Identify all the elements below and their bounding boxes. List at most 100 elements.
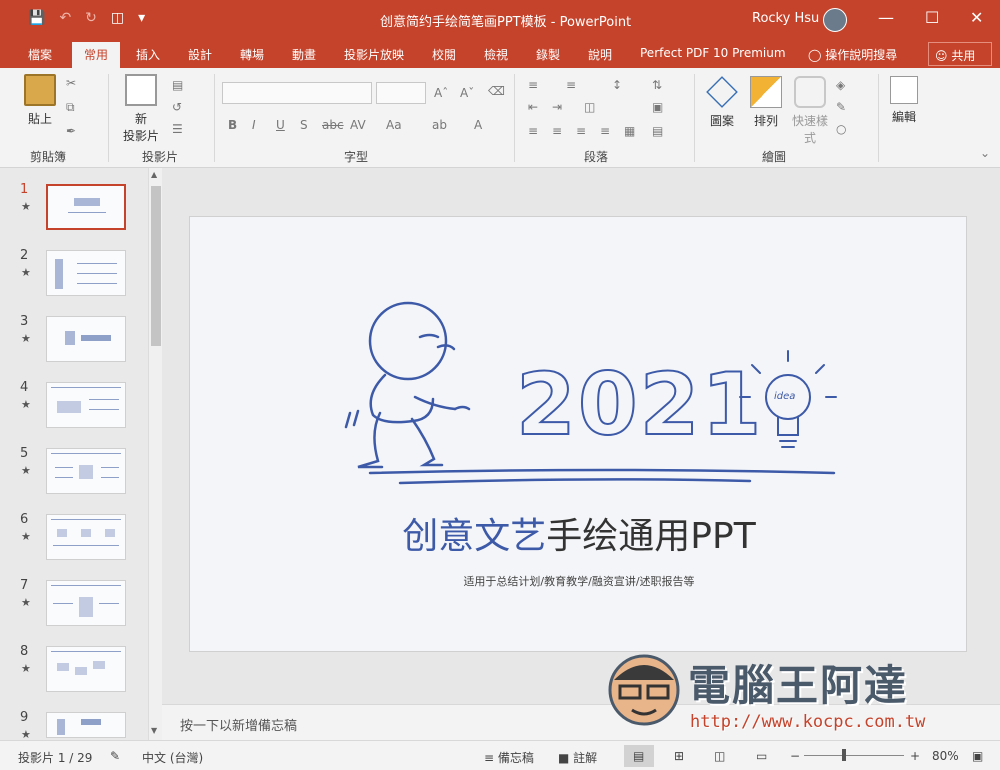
text-direction-icon[interactable]: ⇅ xyxy=(652,78,662,92)
shape-effects-icon[interactable]: ○ xyxy=(836,122,846,136)
justify-icon[interactable]: ≡ xyxy=(600,124,610,138)
zoom-out-icon[interactable]: − xyxy=(790,749,800,763)
zoom-level[interactable]: 80% xyxy=(932,749,959,763)
tab-help[interactable]: 說明 xyxy=(588,46,612,63)
slide-thumbnail[interactable] xyxy=(46,448,126,494)
italic-icon[interactable]: I xyxy=(252,118,256,132)
maximize-icon[interactable]: ☐ xyxy=(925,8,939,27)
layout-icon[interactable]: ▤ xyxy=(172,78,183,92)
numbering-icon[interactable]: ≡ xyxy=(566,78,576,92)
zoom-slider-track[interactable] xyxy=(804,755,904,756)
tab-transitions[interactable]: 轉場 xyxy=(240,46,264,63)
slide-thumbnail[interactable] xyxy=(46,250,126,296)
tell-me-search[interactable]: ◯ 操作說明搜尋 xyxy=(808,46,897,63)
shape-fill-icon[interactable]: ◈ xyxy=(836,78,845,92)
zoom-slider-knob[interactable] xyxy=(842,749,846,761)
smartart-icon[interactable]: ▤ xyxy=(652,124,663,138)
tab-insert[interactable]: 插入 xyxy=(136,46,160,63)
char-spacing-icon[interactable]: AV xyxy=(350,118,366,132)
slide-thumbnail[interactable] xyxy=(46,316,126,362)
slide-thumbnail[interactable] xyxy=(46,580,126,626)
slide-thumbnail[interactable] xyxy=(46,184,126,230)
cut-icon[interactable]: ✂ xyxy=(66,76,76,90)
tab-home[interactable]: 常用 xyxy=(72,42,121,68)
scroll-up-icon[interactable]: ▲ xyxy=(151,170,157,179)
align-text-icon[interactable]: ▣ xyxy=(652,100,663,114)
bold-icon[interactable]: B xyxy=(228,118,237,132)
tab-review[interactable]: 校閱 xyxy=(432,46,456,63)
arrange-button[interactable]: 排列 xyxy=(744,76,788,129)
increase-font-icon[interactable]: Aˆ xyxy=(434,86,448,100)
reset-icon[interactable]: ↺ xyxy=(172,100,182,114)
section-icon[interactable]: ☰ xyxy=(172,122,183,136)
tab-file[interactable]: 檔案 xyxy=(28,46,52,63)
reading-view-icon[interactable]: ◫ xyxy=(714,749,725,763)
notes-button[interactable]: ≡ 備忘稿 xyxy=(484,749,534,766)
underline-icon[interactable]: U xyxy=(276,118,285,132)
new-slide-button[interactable]: 新 投影片 xyxy=(116,74,166,144)
slide-title[interactable]: 创意文艺手绘通用PPT xyxy=(190,507,966,559)
undo-icon[interactable]: ↶ xyxy=(59,10,71,26)
close-icon[interactable]: ✕ xyxy=(970,8,983,27)
highlight-icon[interactable]: ab xyxy=(432,118,447,132)
slide-thumbnail[interactable] xyxy=(46,646,126,692)
normal-view-icon[interactable]: ▤ xyxy=(633,749,644,763)
distributed-icon[interactable]: ▦ xyxy=(624,124,635,138)
spellcheck-icon[interactable]: ✎ xyxy=(110,749,120,763)
save-icon[interactable]: 💾 xyxy=(28,10,45,26)
change-case-icon[interactable]: Aa xyxy=(386,118,402,132)
tab-perfect-pdf[interactable]: Perfect PDF 10 Premium xyxy=(640,46,786,60)
quick-styles-button[interactable]: 快速樣 式 xyxy=(786,76,834,146)
line-spacing-icon[interactable]: ↕ xyxy=(612,78,622,92)
scroll-down-icon[interactable]: ▼ xyxy=(151,726,157,735)
slide-subtitle[interactable]: 适用于总结计划/教育教学/融资宣讲/述职报告等 xyxy=(190,573,966,589)
share-button[interactable]: ☺ 共用 xyxy=(928,42,992,66)
notes-placeholder[interactable]: 按一下以新增備忘稿 xyxy=(180,715,297,734)
slideshow-view-icon[interactable]: ▭ xyxy=(756,749,767,763)
font-size-dropdown[interactable] xyxy=(376,82,426,104)
zoom-in-icon[interactable]: + xyxy=(910,749,920,763)
font-color-icon[interactable]: A xyxy=(474,118,482,132)
slide-thumbnail[interactable] xyxy=(46,712,126,738)
decrease-indent-icon[interactable]: ⇤ xyxy=(528,100,538,114)
slide-sorter-icon[interactable]: ⊞ xyxy=(674,749,684,763)
slide-thumbnail[interactable] xyxy=(46,382,126,428)
redo-icon[interactable]: ↻ xyxy=(85,10,97,26)
user-name[interactable]: Rocky Hsu xyxy=(752,11,819,26)
tab-animations[interactable]: 動畫 xyxy=(292,46,316,63)
minimize-icon[interactable]: — xyxy=(878,8,894,27)
paste-button[interactable]: 貼上 xyxy=(18,74,62,127)
fit-slide-icon[interactable]: ▣ xyxy=(972,749,983,763)
bullets-icon[interactable]: ≡ xyxy=(528,78,538,92)
collapse-ribbon-icon[interactable]: ⌄ xyxy=(980,146,990,160)
scrollbar-thumb[interactable] xyxy=(151,186,161,346)
decrease-font-icon[interactable]: Aˇ xyxy=(460,86,474,100)
shapes-button[interactable]: 圖案 xyxy=(700,76,744,129)
tab-view[interactable]: 檢視 xyxy=(484,46,508,63)
increase-indent-icon[interactable]: ⇥ xyxy=(552,100,562,114)
columns-icon[interactable]: ◫ xyxy=(584,100,595,114)
align-right-icon[interactable]: ≡ xyxy=(576,124,586,138)
tab-record[interactable]: 錄製 xyxy=(536,46,560,63)
shape-outline-icon[interactable]: ✎ xyxy=(836,100,846,114)
slide-canvas[interactable]: idea 2021 创意文艺手绘通用PPT 适用于总结计划/教育教学/融资宣讲/… xyxy=(189,216,967,652)
tab-design[interactable]: 設計 xyxy=(188,46,212,63)
language-indicator[interactable]: 中文 (台灣) xyxy=(142,749,203,766)
align-center-icon[interactable]: ≡ xyxy=(552,124,562,138)
strikethrough-icon[interactable]: abc xyxy=(322,118,344,132)
customize-qat-icon[interactable]: ▾ xyxy=(138,10,145,26)
comments-button[interactable]: ■ 註解 xyxy=(558,749,597,766)
font-name-dropdown[interactable] xyxy=(222,82,372,104)
shadow-icon[interactable]: S xyxy=(300,118,308,132)
thumbnails-scrollbar[interactable]: ▲ ▼ xyxy=(148,168,162,740)
clear-format-icon[interactable]: ⌫ xyxy=(488,84,505,98)
align-left-icon[interactable]: ≡ xyxy=(528,124,538,138)
slide-thumbnail[interactable] xyxy=(46,514,126,560)
avatar[interactable] xyxy=(823,8,847,32)
copy-icon[interactable]: ⧉ xyxy=(66,100,75,115)
tab-slideshow[interactable]: 投影片放映 xyxy=(344,46,404,63)
slide-number: 4 xyxy=(20,380,29,395)
present-from-start-icon[interactable]: ◫ xyxy=(111,10,124,26)
format-painter-icon[interactable]: ✒ xyxy=(66,124,76,138)
editing-button[interactable]: 編輯 xyxy=(884,76,924,125)
